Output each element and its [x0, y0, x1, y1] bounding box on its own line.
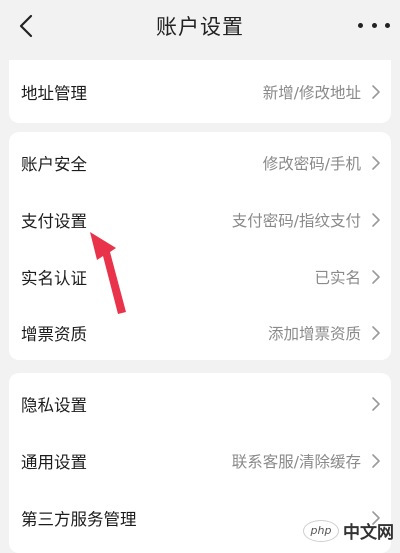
watermark-text: 中文网 — [343, 518, 394, 543]
more-dot-icon — [358, 23, 363, 28]
chevron-right-icon — [371, 84, 381, 100]
chevron-right-icon — [371, 212, 381, 228]
row-label: 隐私设置 — [21, 392, 87, 416]
row-label: 账户安全 — [21, 151, 87, 175]
row-label: 实名认证 — [21, 265, 87, 289]
settings-row-address[interactable]: 地址管理 新增/修改地址 — [9, 63, 391, 120]
row-value: 修改密码/手机 — [263, 152, 361, 174]
chevron-right-icon — [371, 269, 381, 285]
more-dot-icon — [372, 23, 377, 28]
row-label: 增票资质 — [21, 321, 87, 345]
row-value: 添加增票资质 — [268, 322, 361, 344]
chevron-right-icon — [371, 155, 381, 171]
row-label: 通用设置 — [21, 449, 87, 473]
more-options-button[interactable] — [358, 18, 390, 32]
row-label: 地址管理 — [21, 80, 87, 104]
settings-row-general[interactable]: 通用设置 联系客服/清除缓存 — [9, 432, 391, 489]
settings-row-vat-invoice[interactable]: 增票资质 添加增票资质 — [9, 304, 391, 361]
page-title: 账户设置 — [0, 11, 400, 41]
row-value: 新增/修改地址 — [263, 81, 361, 103]
row-value: 已实名 — [314, 266, 361, 288]
settings-row-privacy[interactable]: 隐私设置 — [9, 375, 391, 432]
settings-row-account-security[interactable]: 账户安全 修改密码/手机 — [9, 134, 391, 191]
settings-row-real-name[interactable]: 实名认证 已实名 — [9, 248, 391, 305]
settings-card-address: 地址管理 新增/修改地址 — [9, 60, 391, 123]
navigation-bar: 账户设置 — [0, 0, 400, 52]
row-label: 支付设置 — [21, 208, 87, 232]
chevron-right-icon — [371, 453, 381, 469]
row-value: 支付密码/指纹支付 — [232, 209, 361, 231]
settings-card-account: 账户安全 修改密码/手机 支付设置 支付密码/指纹支付 实名认证 已实名 增票资… — [9, 132, 391, 360]
settings-row-payment[interactable]: 支付设置 支付密码/指纹支付 — [9, 191, 391, 248]
more-dot-icon — [385, 23, 390, 28]
row-label: 第三方服务管理 — [21, 506, 137, 530]
watermark: php 中文网 — [303, 518, 394, 543]
chevron-right-icon — [371, 325, 381, 341]
watermark-logo: php — [303, 520, 339, 542]
chevron-right-icon — [371, 396, 381, 412]
row-value: 联系客服/清除缓存 — [232, 450, 361, 472]
